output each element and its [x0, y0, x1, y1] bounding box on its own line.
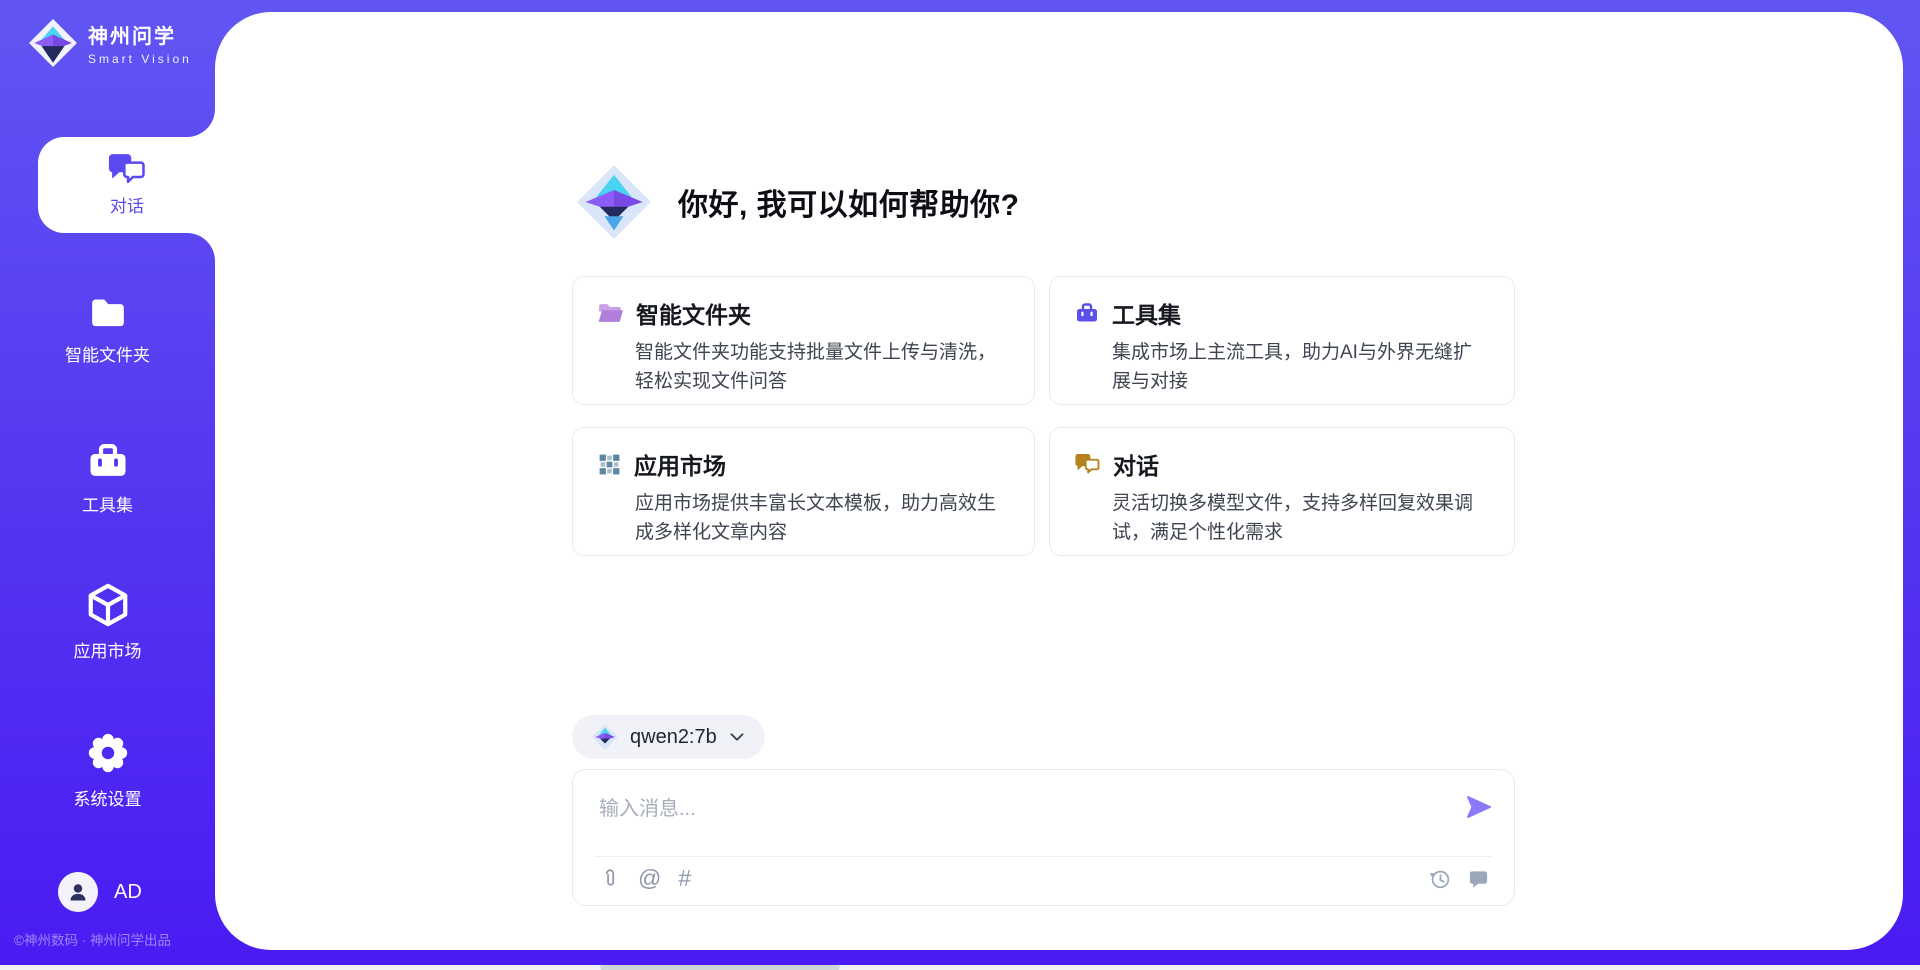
- card-description: 应用市场提供丰富长文本模板，助力高效生成多样化文章内容: [635, 490, 1010, 547]
- brand: 神州问学 Smart Vision: [28, 18, 192, 68]
- sidebar-item-label: 系统设置: [74, 785, 142, 810]
- card-title: 工具集: [1112, 296, 1181, 330]
- brand-subtitle: Smart Vision: [88, 52, 192, 66]
- composer: @ #: [572, 769, 1515, 906]
- greeting-row: 你好, 我可以如何帮助你?: [576, 160, 1020, 244]
- sidebar-item-label: 工具集: [82, 491, 133, 516]
- chat-icon: [106, 152, 148, 186]
- brand-text: 神州问学 Smart Vision: [88, 20, 192, 66]
- sidebar-item-label: 智能文件夹: [65, 341, 150, 366]
- sidebar-item-label: 应用市场: [74, 637, 142, 662]
- send-icon: [1465, 793, 1493, 821]
- attach-button[interactable]: [599, 866, 621, 890]
- sidebar-item-tools[interactable]: 工具集: [0, 440, 215, 516]
- brand-logo-icon: [28, 18, 78, 68]
- app-root: { "brand": { "name": "神州问学", "subtitle":…: [0, 0, 1920, 970]
- card-smart-folder[interactable]: 智能文件夹 智能文件夹功能支持批量文件上传与清洗，轻松实现文件问答: [572, 276, 1035, 405]
- briefcase-icon: [1074, 301, 1100, 325]
- model-selector[interactable]: qwen2:7b: [572, 715, 765, 759]
- card-chat[interactable]: 对话 灵活切换多模型文件，支持多样回复效果调试，满足个性化需求: [1049, 427, 1515, 556]
- user-initials: AD: [114, 881, 142, 904]
- user-row[interactable]: AD: [0, 872, 215, 912]
- pixel-cube-icon: [597, 452, 622, 477]
- composer-right-icons: [1428, 867, 1490, 890]
- folder-open-icon: [597, 301, 624, 325]
- brand-name: 神州问学: [88, 20, 192, 49]
- card-toolset[interactable]: 工具集 集成市场上主流工具，助力AI与外界无缝扩展与对接: [1049, 276, 1515, 405]
- assistant-logo-icon: [576, 160, 652, 244]
- model-logo-icon: [592, 723, 618, 751]
- feature-cards: 智能文件夹 智能文件夹功能支持批量文件上传与清洗，轻松实现文件问答 工具集 集成…: [572, 276, 1515, 556]
- mention-button[interactable]: @: [638, 867, 661, 890]
- cube-icon: [85, 582, 131, 628]
- paperclip-icon: [599, 866, 621, 890]
- card-app-market[interactable]: 应用市场 应用市场提供丰富长文本模板，助力高效生成多样化文章内容: [572, 427, 1035, 556]
- history-icon: [1428, 867, 1451, 890]
- chat-bubble-icon: [1467, 867, 1490, 890]
- new-chat-button[interactable]: [1467, 867, 1490, 890]
- horizontal-scrollbar-track[interactable]: [0, 965, 1920, 970]
- model-name: qwen2:7b: [630, 726, 717, 749]
- history-button[interactable]: [1428, 867, 1451, 890]
- person-icon: [66, 880, 90, 904]
- copyright: ©神州数码 · 神州问学出品: [14, 929, 229, 949]
- briefcase-icon: [85, 440, 131, 482]
- card-title: 对话: [1113, 447, 1159, 481]
- chat-icon: [1074, 452, 1101, 476]
- send-button[interactable]: [1464, 792, 1494, 822]
- card-description: 集成市场上主流工具，助力AI与外界无缝扩展与对接: [1112, 339, 1490, 396]
- horizontal-scrollbar-thumb[interactable]: [600, 965, 840, 970]
- greeting-title: 你好, 我可以如何帮助你?: [678, 180, 1020, 224]
- sidebar-item-market[interactable]: 应用市场: [0, 582, 215, 662]
- composer-left-icons: @ #: [599, 866, 691, 890]
- card-description: 智能文件夹功能支持批量文件上传与清洗，轻松实现文件问答: [635, 339, 1010, 396]
- gear-icon: [85, 730, 131, 776]
- avatar: [58, 872, 98, 912]
- card-title: 智能文件夹: [636, 296, 751, 330]
- folder-icon: [85, 292, 131, 332]
- message-input[interactable]: [599, 794, 1459, 824]
- sidebar-item-chat[interactable]: 对话: [38, 137, 216, 232]
- chevron-down-icon: [729, 731, 745, 743]
- composer-divider: [595, 856, 1492, 857]
- card-description: 灵活切换多模型文件，支持多样回复效果调试，满足个性化需求: [1112, 490, 1490, 547]
- hashtag-button[interactable]: #: [678, 867, 691, 890]
- sidebar-item-label: 对话: [110, 192, 144, 217]
- card-title: 应用市场: [634, 447, 726, 481]
- sidebar-item-settings[interactable]: 系统设置: [0, 730, 215, 810]
- sidebar-item-folders[interactable]: 智能文件夹: [0, 292, 215, 366]
